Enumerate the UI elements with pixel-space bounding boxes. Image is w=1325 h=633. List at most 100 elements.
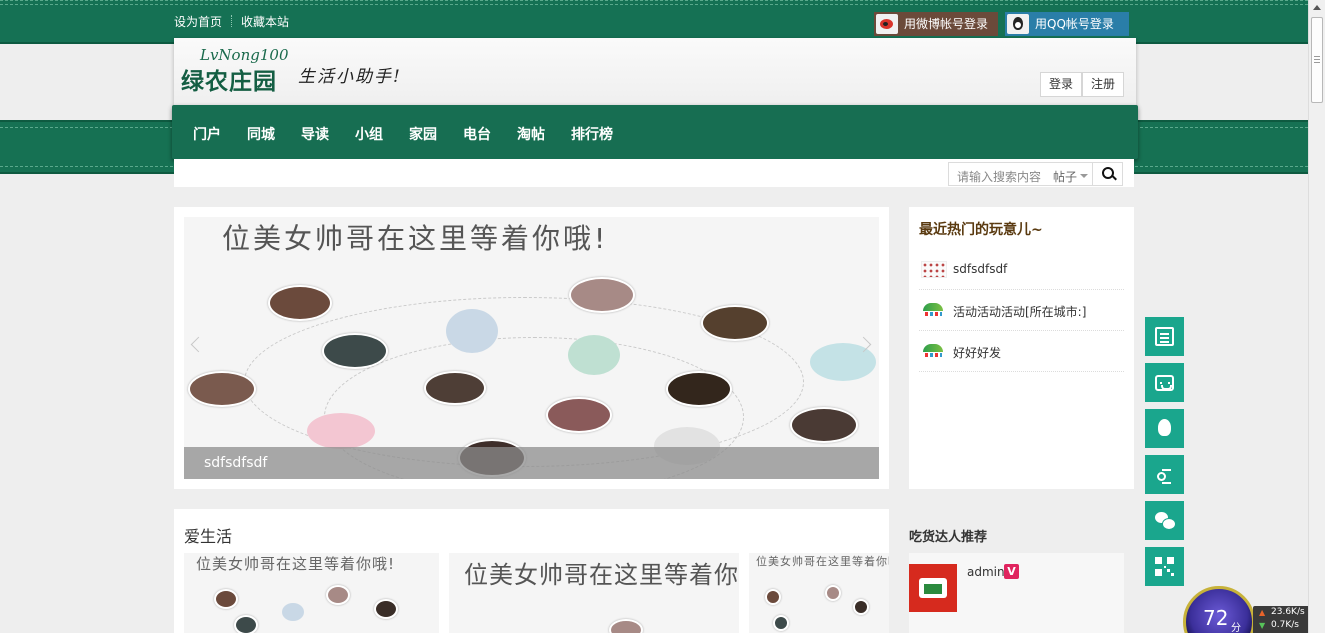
slide-headline: 位美女帅哥在这里等着你哦!	[222, 222, 609, 255]
nav-list: 门户 同城 导读 小组 家园 电台 淘帖 排行榜	[193, 124, 639, 144]
search-icon[interactable]	[1092, 163, 1122, 185]
search-input[interactable]: 请输入搜索内容	[957, 168, 1041, 185]
life-title: 爱生活	[184, 527, 233, 546]
slider-panel: 位美女帅哥在这里等着你哦! sdfsdfsdf	[174, 207, 889, 489]
calendar-smile-icon	[1155, 375, 1174, 391]
qq-contact-button[interactable]	[1145, 409, 1184, 448]
page-scrollbar[interactable]	[1308, 0, 1325, 633]
foodie-card[interactable]: admin V	[909, 553, 1124, 633]
foodie-title: 吃货达人推荐	[909, 530, 988, 545]
avatar	[374, 599, 398, 619]
avatar	[268, 285, 332, 321]
avatar	[666, 371, 732, 407]
list-item[interactable]: 好好好发	[919, 331, 1124, 372]
thumbnail-icon	[921, 261, 947, 278]
avatar	[234, 615, 258, 633]
qrcode-icon	[1155, 557, 1174, 576]
nav-item-ranking[interactable]: 排行榜	[571, 124, 613, 144]
checkin-button[interactable]	[1145, 363, 1184, 402]
search-box: 请输入搜索内容 帖子	[948, 162, 1123, 186]
speed-score-unit: 分	[1231, 623, 1241, 633]
wechat-button[interactable]	[1145, 501, 1184, 540]
document-icon	[1155, 327, 1174, 346]
main-nav: 门户 同城 导读 小组 家园 电台 淘帖 排行榜	[172, 105, 1138, 159]
hot-panel: 最近热门的玩意儿~ sdfsdfsdf 活动活动活动[所在城市:] 好好好发	[909, 207, 1134, 489]
life-thumbnail[interactable]: 位美女帅哥在这里等着你哦!	[449, 553, 739, 633]
search-scope-select[interactable]: 帖子	[1053, 168, 1089, 185]
life-panel: 爱生活 位美女帅哥在这里等着你哦! 位美女帅哥在这里等着你哦! 位美女帅哥在这里…	[174, 509, 889, 633]
scrollbar-thumb[interactable]	[1311, 17, 1323, 103]
qq-icon	[1155, 419, 1174, 438]
share-button[interactable]	[1145, 455, 1184, 494]
speed-score: 72	[1203, 606, 1229, 630]
slide-image[interactable]: 位美女帅哥在这里等着你哦! sdfsdfsdf	[184, 217, 879, 479]
logo-slogan: 生活小助手!	[298, 67, 402, 87]
nav-item-city[interactable]: 同城	[247, 124, 275, 144]
nav-item-portal[interactable]: 门户	[193, 124, 221, 144]
avatar	[322, 333, 388, 369]
floating-toolbar	[1145, 317, 1184, 593]
camera-icon	[282, 603, 304, 621]
avatar	[188, 371, 256, 407]
verified-badge: V	[1004, 564, 1019, 579]
fan-icon	[921, 343, 947, 360]
avatar	[424, 371, 486, 405]
network-speed-widget[interactable]: 72 分 23.6K/s 0.7K/s	[1183, 586, 1325, 633]
slider-prev-icon[interactable]	[187, 333, 201, 357]
wechat-icon	[1155, 511, 1176, 530]
qq-login-button[interactable]: 用QQ帐号登录	[1005, 12, 1129, 36]
hot-list: sdfsdfsdf 活动活动活动[所在城市:] 好好好发	[919, 249, 1124, 372]
nav-item-home[interactable]: 家园	[409, 124, 437, 144]
life-thumbnail[interactable]: 位美女帅哥在这里等着你哦!	[184, 553, 439, 633]
top-links-divider	[231, 15, 233, 27]
thumbnail-headline: 位美女帅哥在这里等着你哦!	[196, 555, 396, 573]
qq-login-label: 用QQ帐号登录	[1035, 17, 1114, 31]
weibo-login-label: 用微博帐号登录	[904, 17, 989, 31]
avatar	[214, 589, 238, 609]
hot-item-label: sdfsdfsdf	[953, 262, 1008, 276]
hot-item-label: 好好好发	[953, 346, 1002, 360]
avatar	[853, 599, 869, 615]
avatar	[546, 397, 612, 433]
nav-item-radio[interactable]: 电台	[463, 124, 491, 144]
camera-icon	[446, 309, 498, 353]
avatar	[773, 615, 789, 631]
add-friend-icon	[568, 335, 620, 375]
hot-item-label: 活动活动活动[所在城市:]	[953, 305, 1087, 319]
list-item[interactable]: 活动活动活动[所在城市:]	[919, 290, 1124, 331]
avatar	[609, 619, 643, 633]
slider-next-icon[interactable]	[862, 333, 876, 357]
qq-penguin-icon	[1007, 14, 1029, 34]
search-strip: 请输入搜索内容 帖子	[174, 159, 1134, 187]
top-bar-stitch	[0, 4, 1308, 5]
avatar	[825, 585, 841, 601]
list-item[interactable]: sdfsdfsdf	[919, 249, 1124, 290]
bookmark-link[interactable]: 收藏本站	[241, 13, 289, 30]
weibo-icon	[876, 14, 898, 34]
thumbnail-headline: 位美女帅哥在这里等着你哦!	[756, 555, 889, 568]
life-thumbnail[interactable]: 位美女帅哥在这里等着你哦!	[749, 553, 889, 633]
slide-caption[interactable]: sdfsdfsdf	[184, 447, 879, 479]
nav-item-guide[interactable]: 导读	[301, 124, 329, 144]
weibo-login-button[interactable]: 用微博帐号登录	[874, 12, 998, 36]
register-button[interactable]: 注册	[1082, 72, 1124, 97]
login-button[interactable]: 登录	[1040, 72, 1082, 97]
nav-item-collection[interactable]: 淘帖	[517, 124, 545, 144]
foodie-username[interactable]: admin	[967, 565, 1005, 579]
avatar[interactable]	[909, 564, 957, 612]
post-button[interactable]	[1145, 317, 1184, 356]
account-buttons: 登录 注册	[1040, 72, 1124, 97]
avatar	[765, 589, 781, 605]
scroll-up-icon[interactable]	[1313, 5, 1321, 10]
set-home-link[interactable]: 设为首页	[174, 13, 222, 30]
hot-title: 最近热门的玩意儿~	[919, 222, 1043, 238]
share-icon	[1155, 465, 1174, 484]
top-links: 设为首页 收藏本站	[174, 13, 289, 30]
fan-icon	[921, 302, 947, 319]
nav-item-group[interactable]: 小组	[355, 124, 383, 144]
avatar	[701, 305, 769, 341]
avatar	[790, 407, 858, 443]
logo-chinese[interactable]: 绿农庄园	[181, 62, 277, 96]
qrcode-button[interactable]	[1145, 547, 1184, 586]
message-icon	[307, 413, 375, 449]
